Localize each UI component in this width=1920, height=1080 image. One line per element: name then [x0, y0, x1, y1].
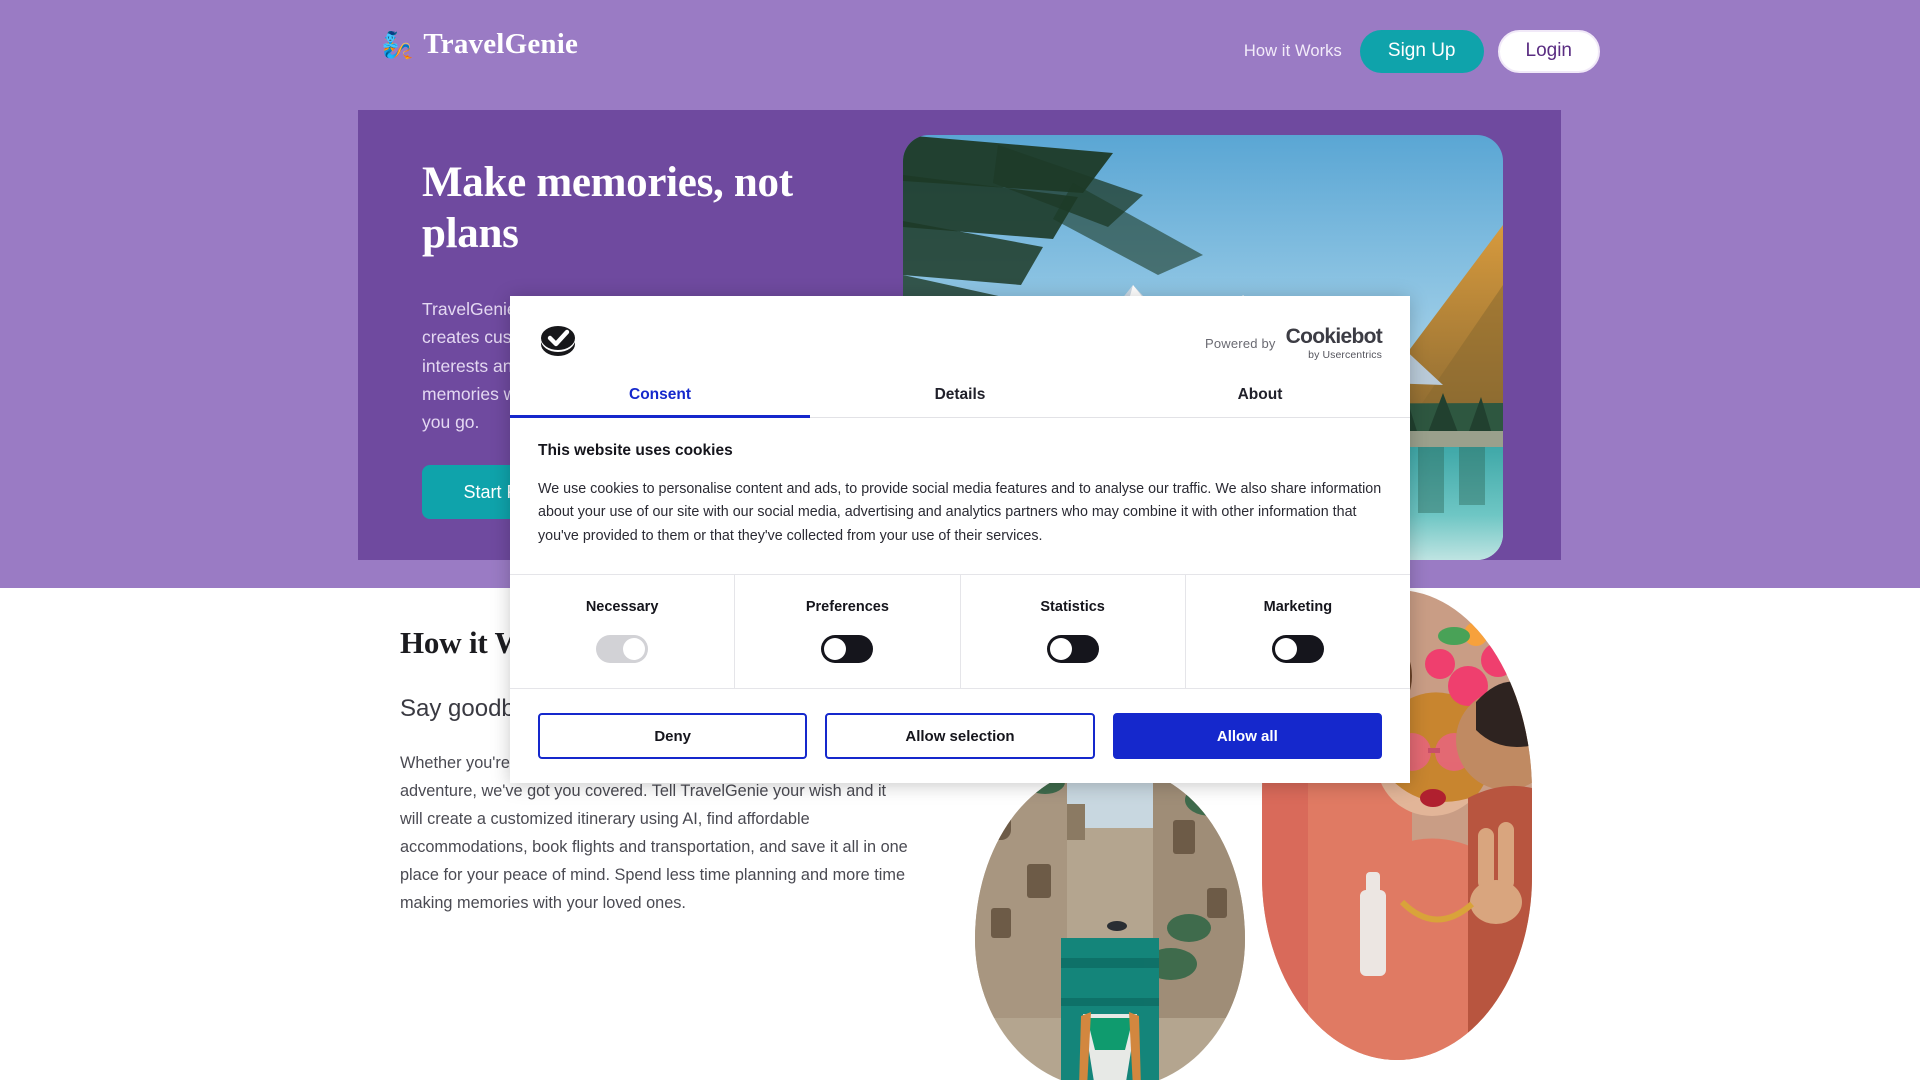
toggle-marketing[interactable] — [1271, 635, 1324, 664]
cookiebot-wordmark: Cookiebot by Usercentrics — [1285, 325, 1383, 361]
powered-by-cookiebot[interactable]: Powered by Cookiebot by Usercentrics — [1204, 325, 1383, 361]
allow-selection-button[interactable]: Allow selection — [825, 713, 1095, 759]
category-preferences: Preferences — [735, 574, 961, 688]
cookie-dialog-actions: Deny Allow selection Allow all — [510, 689, 1410, 783]
main-nav: How it Works Sign Up Login — [1244, 30, 1600, 73]
cookie-category-row: Necessary Preferences Statistics Marketi… — [510, 573, 1410, 689]
cookiebot-brand-sub: by Usercentrics — [1308, 349, 1382, 361]
tab-details[interactable]: Details — [810, 372, 1110, 417]
cookie-dialog-body: This website uses cookies We use cookies… — [510, 418, 1410, 547]
category-statistics-label: Statistics — [1040, 599, 1105, 616]
allow-all-button[interactable]: Allow all — [1112, 713, 1382, 759]
page-root: 🧞 TravelGenie How it Works Sign Up Login… — [0, 0, 1920, 1080]
brand-logo[interactable]: 🧞 TravelGenie — [381, 28, 578, 61]
tab-consent[interactable]: Consent — [510, 372, 810, 419]
category-marketing: Marketing — [1186, 575, 1410, 688]
cookiebot-checkmark-icon — [538, 320, 578, 360]
category-preferences-label: Preferences — [805, 599, 889, 616]
toggle-knob — [1049, 638, 1072, 661]
toggle-knob — [824, 638, 847, 661]
cookie-consent-dialog: Powered by Cookiebot by Usercentrics Con… — [510, 296, 1410, 783]
toggle-necessary — [596, 635, 649, 664]
toggle-preferences[interactable] — [821, 635, 874, 664]
cookie-dialog-heading: This website uses cookies — [538, 442, 733, 460]
category-necessary-label: Necessary — [585, 599, 659, 616]
venice-canal-photo — [975, 768, 1245, 1080]
deny-button[interactable]: Deny — [538, 713, 808, 759]
category-statistics: Statistics — [961, 574, 1186, 688]
genie-lamp-icon: 🧞 — [381, 29, 414, 60]
site-header: 🧞 TravelGenie How it Works Sign Up Login — [0, 0, 1920, 96]
nav-link-how-it-works[interactable]: How it Works — [1244, 42, 1346, 61]
category-marketing-label: Marketing — [1263, 599, 1333, 616]
toggle-statistics[interactable] — [1046, 635, 1099, 664]
cookie-dialog-header: Powered by Cookiebot by Usercentrics — [510, 296, 1410, 372]
toggle-knob — [1274, 638, 1297, 661]
cookie-dialog-tabs: Consent Details About — [510, 372, 1410, 419]
sign-up-button[interactable]: Sign Up — [1359, 30, 1484, 73]
category-necessary: Necessary — [510, 574, 736, 688]
cookiebot-brand-word: Cookiebot — [1285, 325, 1383, 348]
toggle-knob — [623, 638, 646, 661]
cookie-dialog-text: We use cookies to personalise content an… — [538, 481, 1382, 544]
powered-by-label: Powered by — [1204, 336, 1276, 351]
login-button[interactable]: Login — [1497, 30, 1600, 73]
brand-name: TravelGenie — [423, 28, 579, 60]
tab-about[interactable]: About — [1110, 372, 1410, 417]
hero-title: Make memories, not plans — [422, 159, 793, 257]
